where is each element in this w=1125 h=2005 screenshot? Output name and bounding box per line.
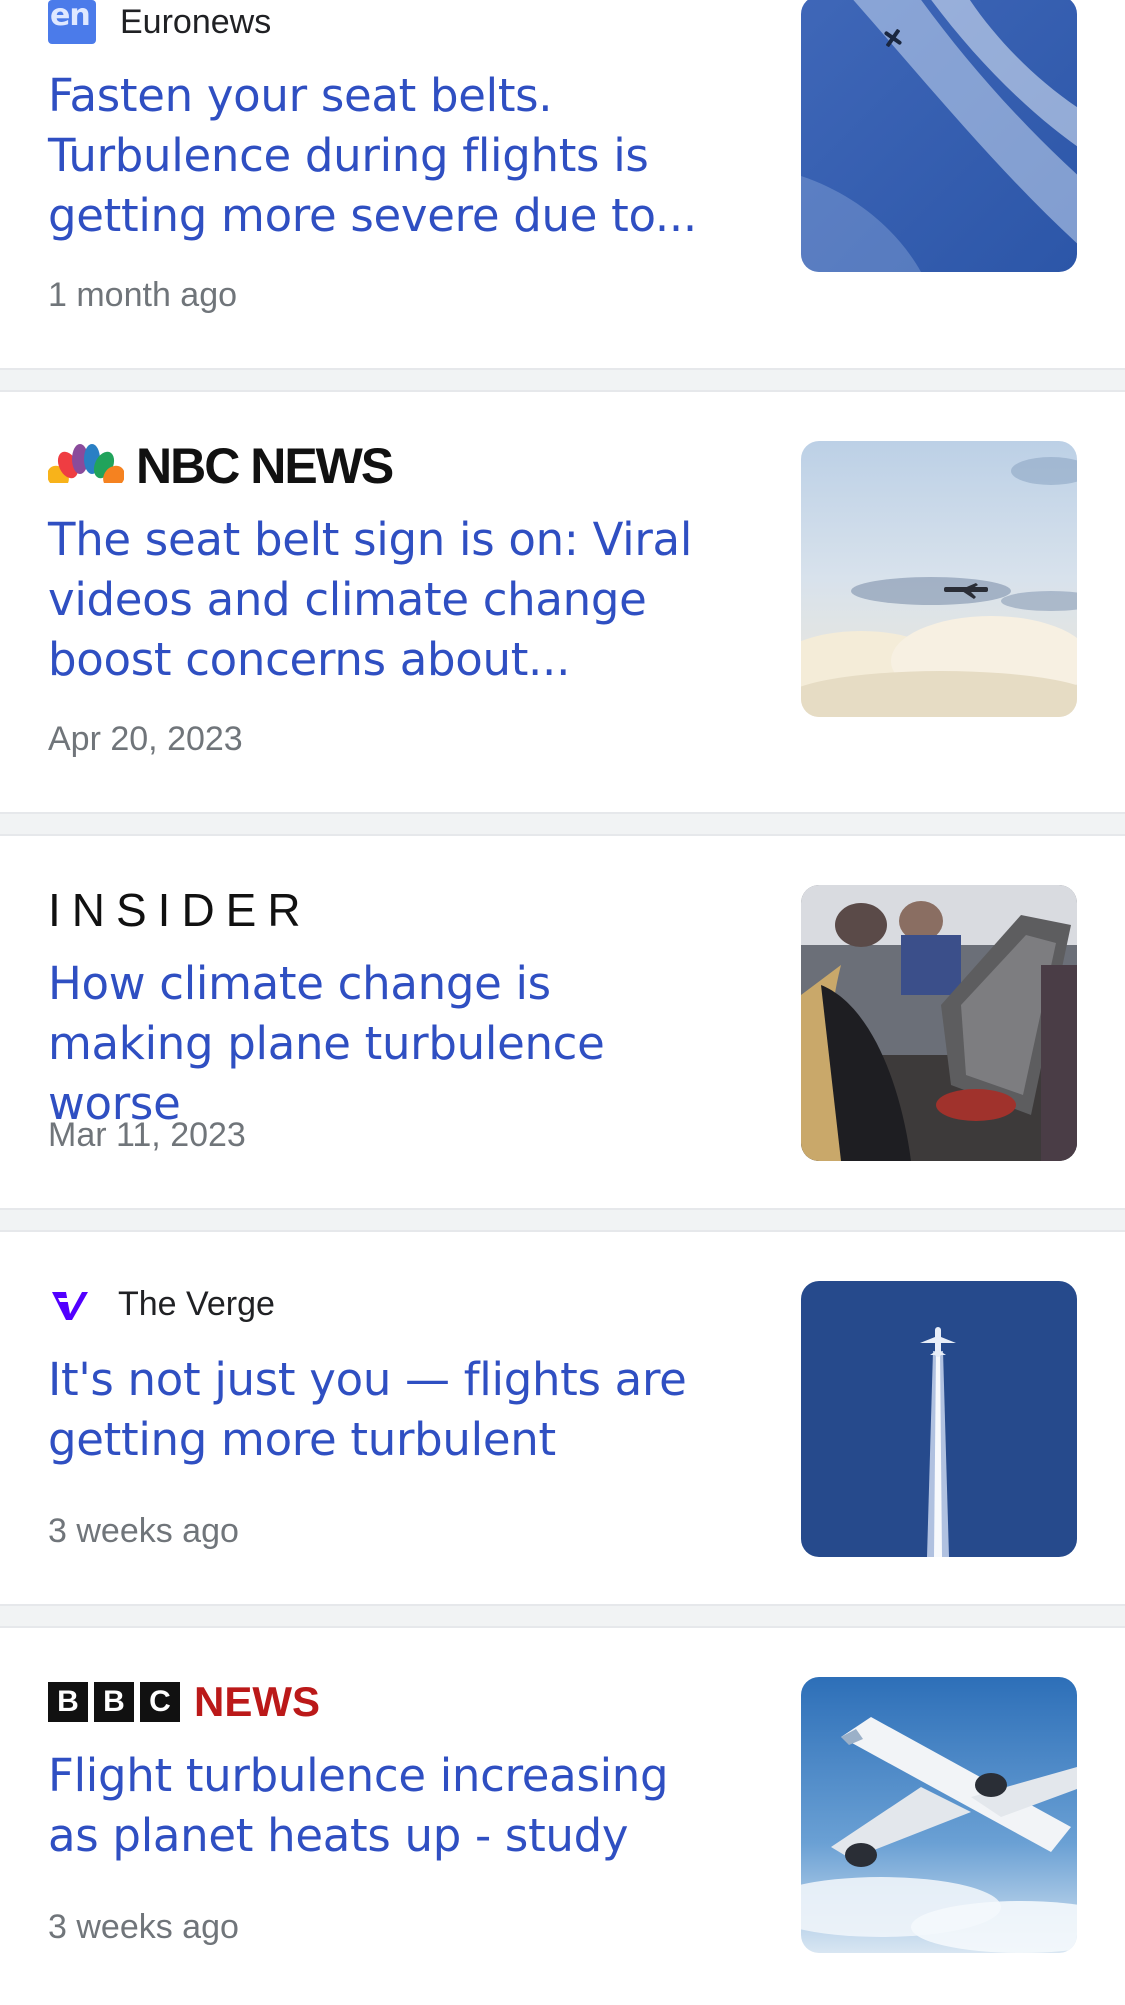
card-separator [0, 812, 1125, 836]
news-card-euronews[interactable]: en Euronews Fasten your seat belts. Turb… [0, 0, 1125, 368]
thumbnail-image[interactable] [801, 441, 1077, 717]
plane-over-clouds-image [801, 441, 1077, 717]
nbc-peacock-icon [48, 444, 124, 489]
headline-link[interactable]: Fasten your seat belts. Turbulence durin… [48, 66, 728, 246]
card-separator [0, 368, 1125, 392]
source-nbc: NBC NEWS [48, 438, 394, 494]
thumbnail-image[interactable] [801, 1677, 1077, 1953]
bbc-news-wordmark: NEWS [194, 1678, 320, 1725]
sky-plane-image [801, 0, 1077, 272]
publish-time: Mar 11, 2023 [48, 1116, 246, 1154]
publish-time: 3 weeks ago [48, 1512, 239, 1550]
source-name: Euronews [120, 2, 272, 41]
insider-wordmark: INSIDER [48, 884, 312, 936]
source-insider: INSIDER [48, 884, 312, 936]
source-the-verge: The Verge [48, 1280, 275, 1328]
cabin-interior-image [801, 885, 1077, 1161]
thumbnail-image[interactable] [801, 1281, 1077, 1557]
news-feed: en Euronews Fasten your seat belts. Turb… [0, 0, 1125, 2005]
card-separator [0, 1208, 1125, 1232]
news-card-nbc[interactable]: NBC NEWS The seat belt sign is on: Viral… [0, 392, 1125, 812]
news-card-bbc[interactable]: B B C NEWS Flight turbulence increasing … [0, 1628, 1125, 2005]
headline-link[interactable]: It's not just you — flights are getting … [48, 1350, 728, 1470]
airliner-image [801, 1677, 1077, 1953]
plane-contrail-image [801, 1281, 1077, 1557]
news-card-insider[interactable]: INSIDER How climate change is making pla… [0, 836, 1125, 1208]
source-name: The Verge [118, 1284, 275, 1323]
nbc-wordmark: NBC NEWS [136, 438, 394, 494]
the-verge-logo-icon [52, 1292, 88, 1320]
headline-link[interactable]: The seat belt sign is on: Viral videos a… [48, 510, 728, 690]
thumbnail-image[interactable] [801, 0, 1077, 272]
card-separator [0, 1604, 1125, 1628]
source-euronews: en Euronews [48, 0, 271, 46]
thumbnail-image[interactable] [801, 885, 1077, 1161]
publish-time: Apr 20, 2023 [48, 720, 243, 758]
source-bbc: B B C NEWS [48, 1678, 320, 1726]
bbc-logo: B B C [48, 1682, 180, 1722]
publish-time: 1 month ago [48, 276, 238, 314]
publish-time: 3 weeks ago [48, 1908, 239, 1946]
headline-link[interactable]: How climate change is making plane turbu… [48, 954, 728, 1134]
euronews-logo-icon: en [48, 0, 96, 44]
headline-link[interactable]: Flight turbulence increasing as planet h… [48, 1746, 728, 1866]
news-card-the-verge[interactable]: The Verge It's not just you — flights ar… [0, 1232, 1125, 1604]
